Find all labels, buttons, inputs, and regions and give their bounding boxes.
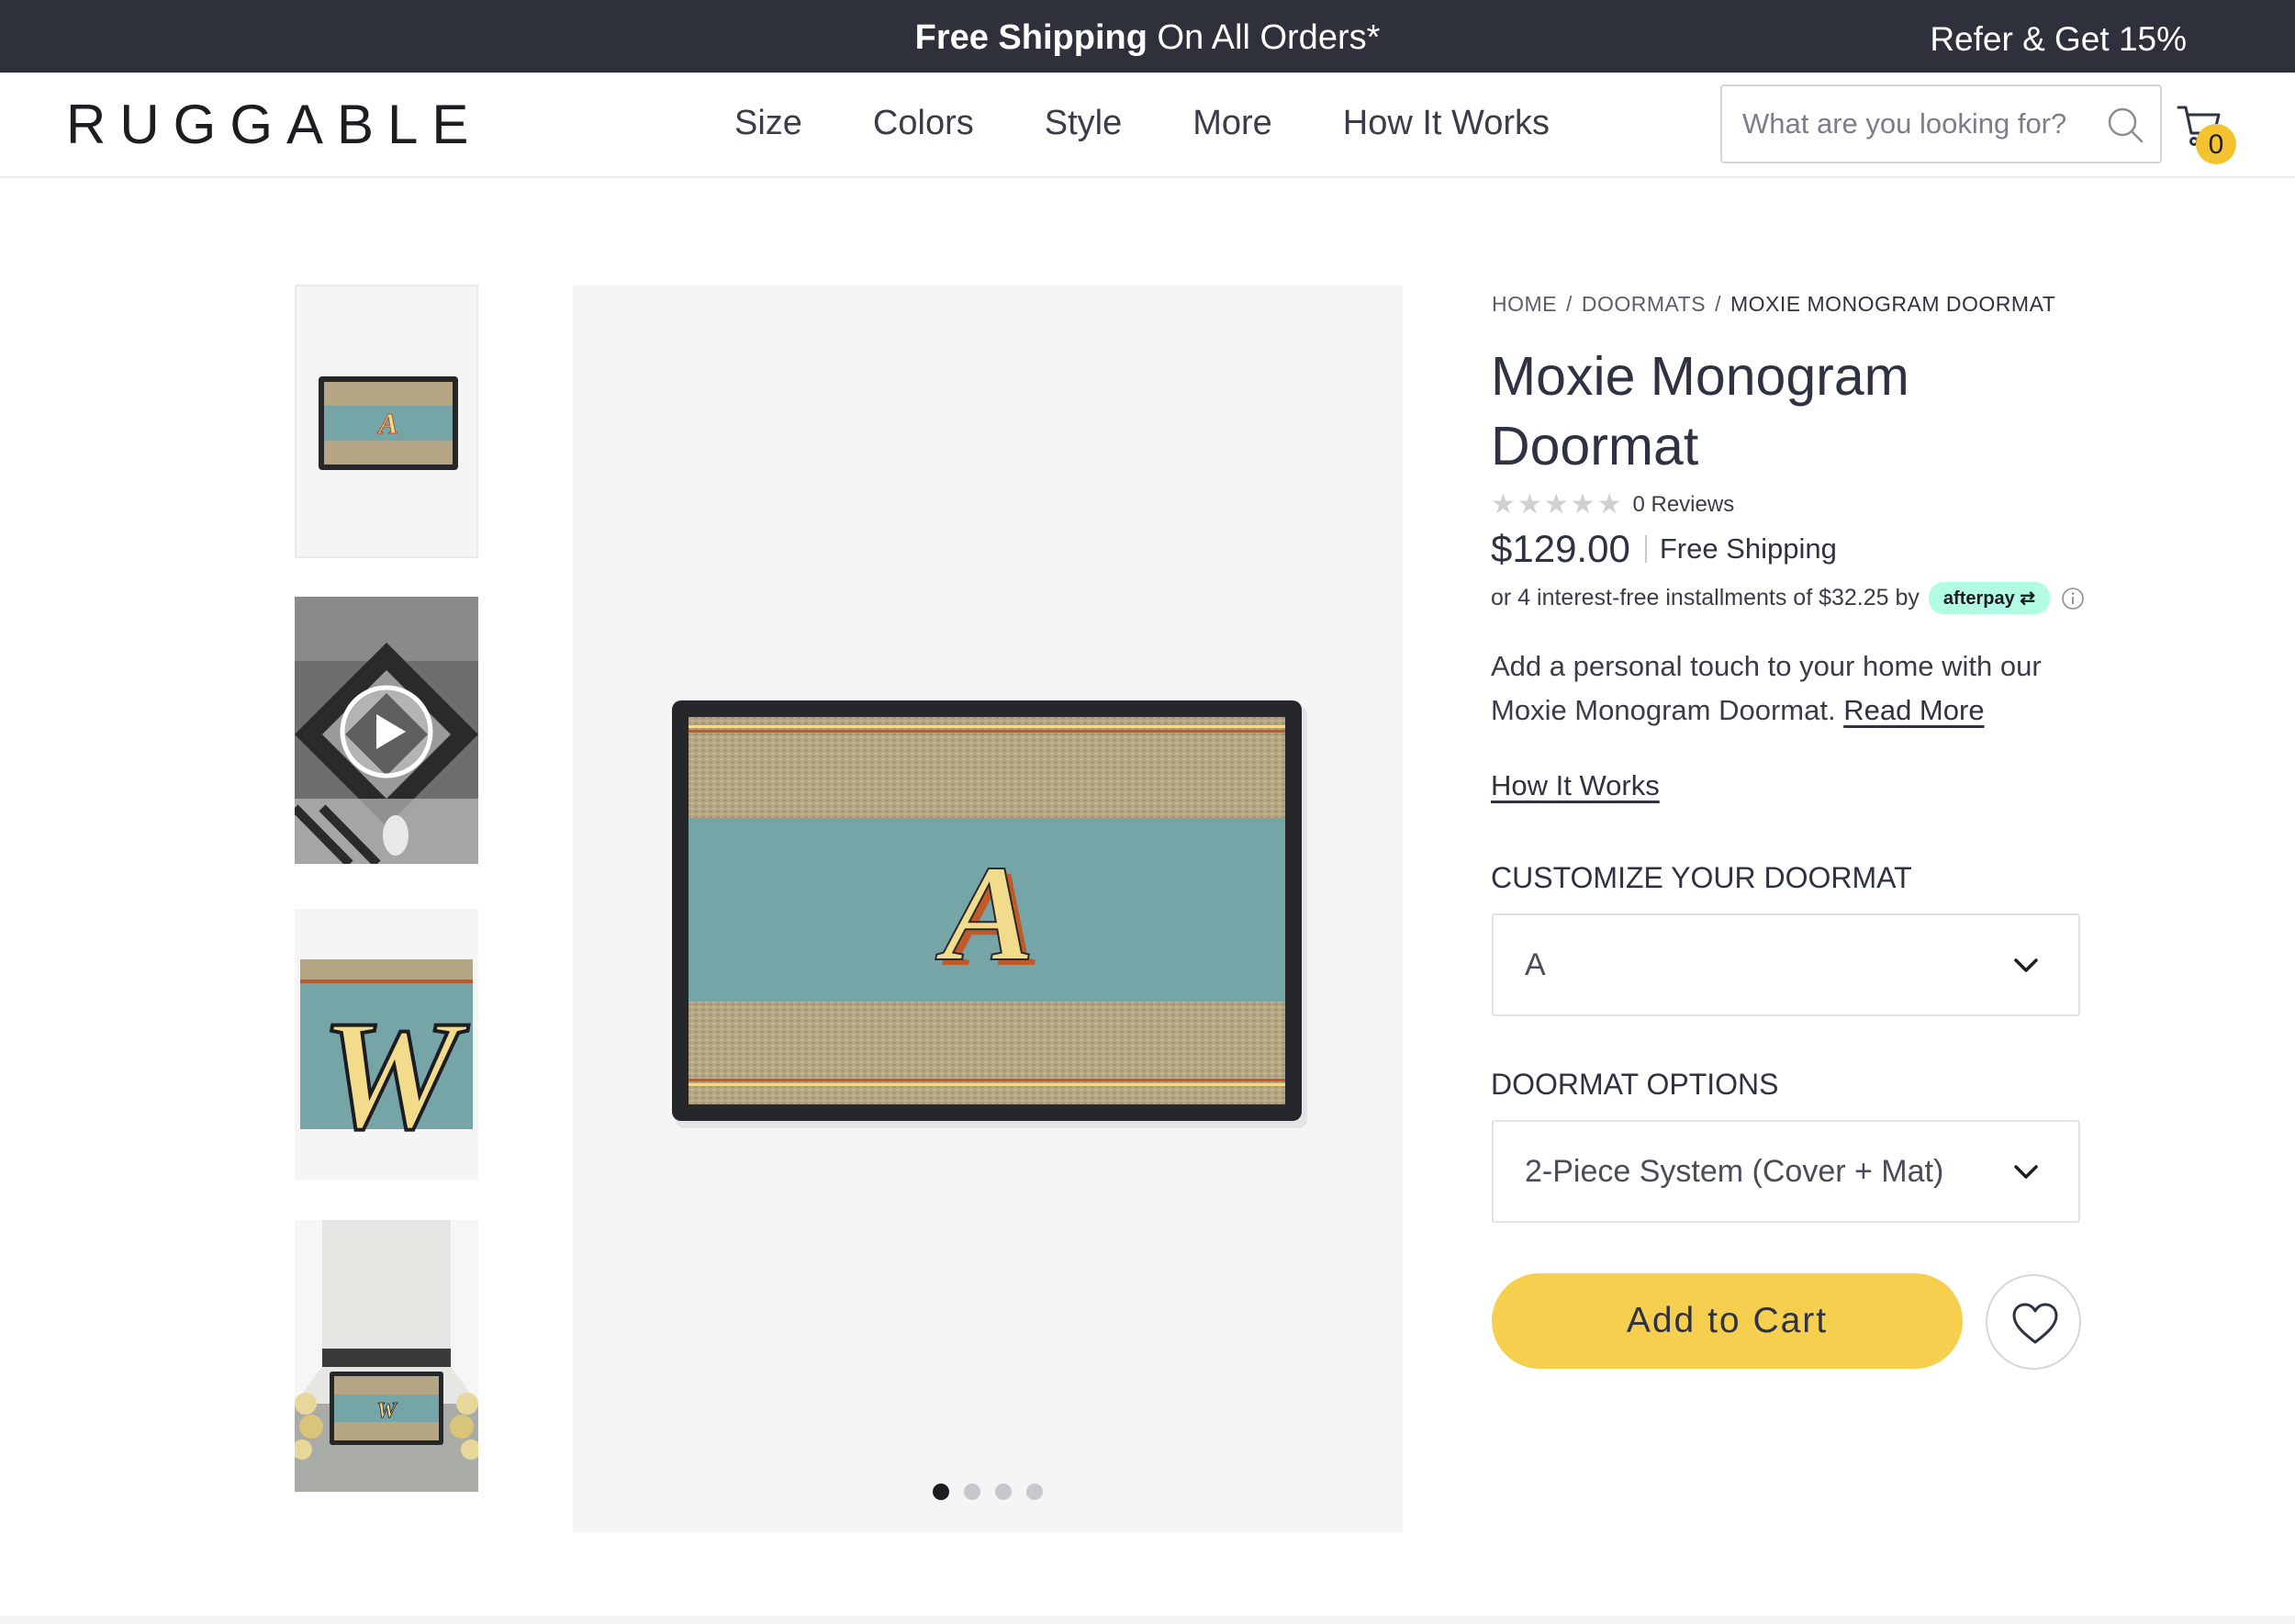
thumbnail-3[interactable]: W [295,909,478,1180]
price-row: $129.00 Free Shipping [1491,527,1837,571]
promo-rest: On All Orders* [1147,18,1381,57]
breadcrumb-current: MOXIE MONOGRAM DOORMAT [1730,292,2056,316]
info-icon[interactable] [2061,587,2085,610]
cart-button[interactable]: 0 [2176,102,2240,166]
product-title: Moxie Monogram Doormat [1491,346,1909,476]
breadcrumb: HOME / DOORMATS / MOXIE MONOGRAM DOORMAT [1492,292,2055,317]
nav-item-colors[interactable]: Colors [873,104,974,143]
afterpay-arrows-icon: ⇄ [2020,588,2036,609]
promo-bold: Free Shipping [914,18,1148,57]
search-input[interactable] [1742,103,2091,145]
rating-row[interactable]: ★★★★★ 0 Reviews [1491,488,1734,521]
thumbnail-2-video[interactable] [295,597,478,864]
installments-text: or 4 interest-free installments of $32.2… [1491,585,1920,610]
thumbnail-4[interactable]: W [295,1220,478,1492]
thumbnail-4-image: W [295,1220,478,1492]
thumbnail-1-image: A [319,376,458,470]
product-description: Add a personal touch to your home with o… [1491,644,2078,733]
wishlist-button[interactable] [1986,1274,2081,1370]
afterpay-row: or 4 interest-free installments of $32.2… [1491,582,2085,614]
site-header: RUGGABLE Size Colors Style More How It W… [0,73,2295,178]
cart-count-badge: 0 [2196,124,2236,164]
review-count[interactable]: 0 Reviews [1632,492,1734,518]
how-it-works-link[interactable]: How It Works [1491,769,1660,802]
refer-link[interactable]: Refer & Get 15% [1930,0,2187,73]
breadcrumb-doormats[interactable]: DOORMATS [1582,292,1706,316]
footer-divider [0,1616,2295,1624]
search-box [1720,84,2162,163]
main-nav: Size Colors Style More How It Works [734,104,1620,143]
search-icon[interactable] [2105,105,2145,145]
customize-label: CUSTOMIZE YOUR DOORMAT [1491,861,1912,894]
carousel-dots [933,1484,1058,1500]
options-select-value: 2-Piece System (Cover + Mat) [1525,1154,1944,1189]
doormat-letter: A [935,837,1035,990]
main-product-image[interactable]: A A [573,286,1403,1532]
nav-item-style[interactable]: Style [1045,104,1122,143]
afterpay-logo-text: afterpay [1942,588,2015,609]
play-icon[interactable] [340,685,433,778]
options-select[interactable]: 2-Piece System (Cover + Mat) [1492,1120,2080,1223]
product-price: $129.00 [1491,527,1630,570]
thumbnail-4-letter: W [376,1399,397,1423]
promo-bar: Free Shipping On All Orders* Refer & Get… [0,0,2295,73]
customize-select-value: A [1525,947,1546,982]
carousel-dot-2[interactable] [964,1484,980,1500]
carousel-dot-1[interactable] [933,1484,949,1500]
nav-item-how-it-works[interactable]: How It Works [1343,104,1550,143]
chevron-down-icon [2014,1165,2038,1179]
thumbnail-1-letter: A [376,407,397,440]
carousel-dot-3[interactable] [995,1484,1012,1500]
add-to-cart-button[interactable]: Add to Cart [1492,1273,1963,1369]
read-more-link[interactable]: Read More [1843,694,1984,726]
doormat-image: A A [672,700,1307,1128]
options-label: DOORMAT OPTIONS [1491,1068,1779,1101]
price-divider [1644,535,1647,563]
heart-icon [2012,1303,2058,1344]
breadcrumb-home[interactable]: HOME [1492,292,1557,316]
afterpay-logo[interactable]: afterpay ⇄ [1928,582,2051,614]
breadcrumb-separator: / [1715,292,1721,316]
nav-item-size[interactable]: Size [734,104,802,143]
chevron-down-icon [2014,958,2038,972]
free-shipping-label: Free Shipping [1659,532,1837,565]
carousel-dot-4[interactable] [1026,1484,1043,1500]
thumbnail-3-letter: W [320,989,469,1161]
nav-item-more[interactable]: More [1192,104,1272,143]
star-rating-icon: ★★★★★ [1491,489,1624,520]
logo[interactable]: RUGGABLE [66,93,482,156]
customize-select[interactable]: A [1492,913,2080,1016]
thumbnail-3-image: W [300,959,473,1163]
thumbnail-1[interactable]: A [295,285,478,558]
breadcrumb-separator: / [1566,292,1573,316]
